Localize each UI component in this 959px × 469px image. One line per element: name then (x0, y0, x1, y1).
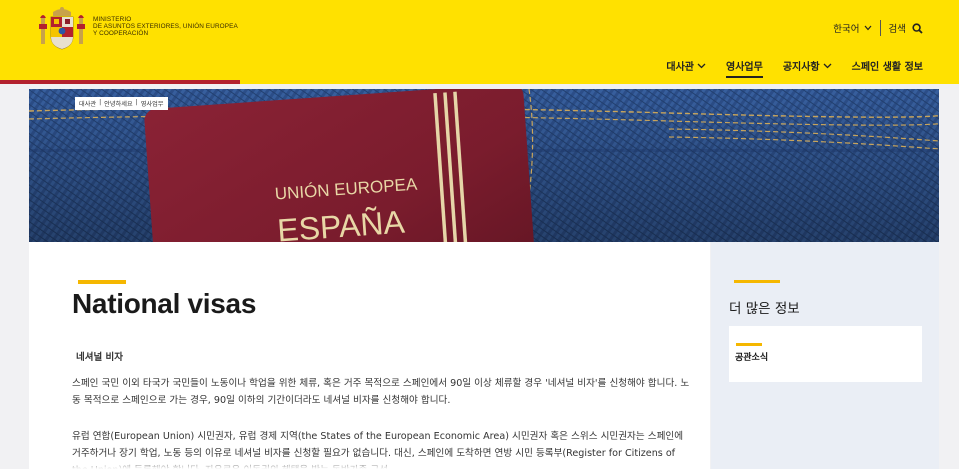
nav-item-label: 영사업무 (726, 62, 763, 73)
sidebar-accent-bar (734, 280, 780, 283)
header-accent-yellow (240, 80, 959, 84)
nav-item-label: 공지사항 (782, 62, 820, 73)
nav-item-notices[interactable]: 공지사항 (783, 58, 832, 73)
breadcrumb: 대사관 | 안녕하세요 | 영사업무 (75, 97, 168, 110)
section-subtitle: 네셔널 비자 (76, 352, 124, 363)
nav-item-living-in-spain[interactable]: 스페인 생활 정보 (852, 58, 923, 73)
nav-item-consular[interactable]: 영사업무 (726, 58, 763, 78)
sidebar: 더 많은 정보 공관소식 (711, 242, 939, 469)
bottom-fade (29, 460, 710, 469)
nav-item-label: 대사관 (666, 62, 694, 73)
spain-coat-of-arms-logo[interactable] (38, 6, 86, 52)
language-selector[interactable]: 한국어 (833, 21, 871, 35)
site-header: MINISTERIO DE ASUNTOS EXTERIORES, UNIÓN … (0, 0, 959, 80)
breadcrumb-separator: | (135, 99, 138, 106)
breadcrumb-current: 영사업무 (140, 101, 164, 108)
hero-passport-image: UNIÓN EUROPEA ESPAÑA (29, 89, 939, 242)
card-label: 공관소식 (735, 353, 769, 363)
main-navigation: 대사관 영사업무 공지사항 스페인 생활 정보 (666, 58, 923, 78)
card-accent-bar (736, 343, 762, 346)
title-accent-bar (78, 280, 126, 284)
paragraph: 스페인 국민 이외 타국가 국민들이 노동이나 학업을 위한 체류, 혹은 거주… (72, 378, 690, 406)
main-content: National visas 네셔널 비자 스페인 국민 이외 타국가 국민들이… (29, 242, 710, 469)
header-utilities: 한국어 검색 (833, 20, 923, 36)
nav-item-embassy[interactable]: 대사관 (666, 58, 706, 73)
page: MINISTERIO DE ASUNTOS EXTERIORES, UNIÓN … (0, 0, 959, 469)
ministry-line: DE ASUNTOS EXTERIORES, UNIÓN EUROPEA (93, 23, 238, 30)
sidebar-link-card[interactable]: 공관소식 (729, 326, 922, 382)
ministry-line: Y COOPERACIÓN (93, 30, 149, 37)
breadcrumb-link-embassy[interactable]: 대사관 (79, 99, 96, 108)
header-accent-red (0, 80, 240, 84)
ministry-name[interactable]: MINISTERIO DE ASUNTOS EXTERIORES, UNIÓN … (93, 16, 238, 37)
chevron-down-icon (864, 25, 871, 31)
search-label: 검색 (888, 24, 906, 35)
nav-item-label: 스페인 생활 정보 (851, 62, 923, 73)
search-button[interactable]: 검색 (889, 21, 923, 35)
page-title: National visas (72, 288, 257, 319)
search-icon (912, 22, 923, 34)
sidebar-title: 더 많은 정보 (729, 301, 800, 317)
chevron-down-icon (823, 63, 832, 68)
divider (879, 20, 881, 36)
chevron-down-icon (697, 63, 706, 68)
language-label: 한국어 (833, 24, 860, 35)
breadcrumb-link-welcome[interactable]: 안녕하세요 (104, 99, 132, 108)
breadcrumb-separator: | (99, 99, 102, 106)
ministry-line: MINISTERIO (93, 16, 132, 23)
